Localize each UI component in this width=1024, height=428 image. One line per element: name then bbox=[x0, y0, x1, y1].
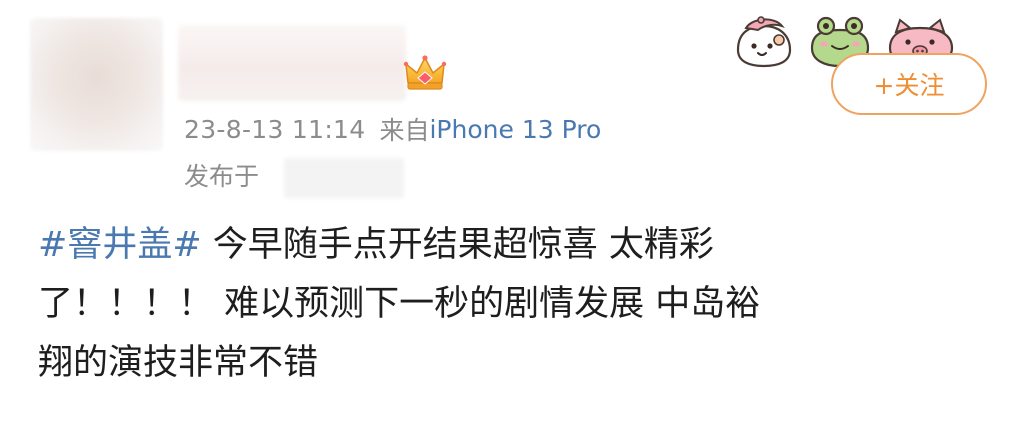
avatar[interactable] bbox=[30, 18, 163, 151]
follow-button[interactable]: +关注 bbox=[831, 53, 987, 115]
post-source-prefix: 来自 bbox=[379, 116, 430, 145]
username-redacted[interactable] bbox=[178, 25, 406, 101]
post-source-device[interactable]: iPhone 13 Pro bbox=[429, 115, 601, 144]
egg-sticker-icon bbox=[736, 16, 792, 68]
post-timestamp: 23-8-13 11:14 bbox=[184, 114, 366, 144]
post-text-line1: 今早随手点开结果超惊喜 太精彩 bbox=[212, 225, 714, 265]
post-location: 发布于 bbox=[184, 157, 259, 193]
post-line-2: 了！！！！ 难以预测下一秒的剧情发展 中岛裕 bbox=[38, 284, 761, 324]
location-redacted bbox=[284, 158, 404, 198]
post-line-3: 翔的演技非常不错 bbox=[38, 343, 319, 383]
published-at-label: 发布于 bbox=[184, 162, 260, 191]
post-meta: 23-8-13 11:14 来自 iPhone 13 Pro bbox=[184, 112, 601, 146]
hashtag-link[interactable]: #窨井盖# bbox=[38, 225, 202, 265]
crown-icon bbox=[403, 55, 447, 90]
post-line-1: #窨井盖# 今早随手点开结果超惊喜 太精彩 bbox=[38, 216, 988, 275]
post-body: #窨井盖# 今早随手点开结果超惊喜 太精彩 了！！！！ 难以预测下一秒的剧情发展… bbox=[38, 216, 988, 393]
